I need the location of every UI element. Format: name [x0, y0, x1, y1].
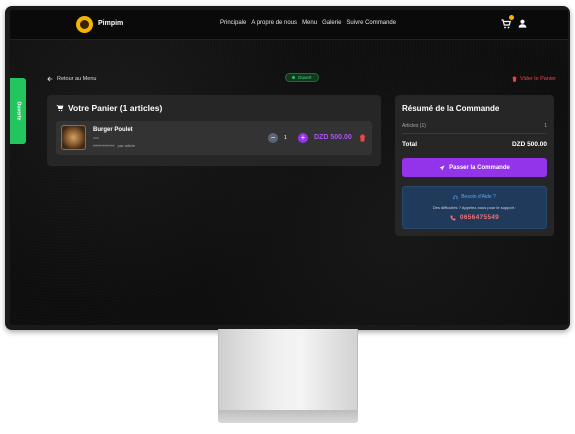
item-unit-price: DZD 500.00 [93, 143, 115, 148]
side-tab-label: Ouverte [15, 101, 21, 121]
help-title: Besoin d'Aide ? [403, 194, 546, 200]
summary-divider [402, 133, 547, 134]
site-header: Pimpim Principale A propre de nous Menu … [10, 10, 568, 40]
clear-cart-button[interactable]: Vider le Panier [512, 76, 556, 82]
nav-galerie[interactable]: Galerie [322, 20, 341, 26]
order-summary-panel: Résumé de la Commande Articles (1) 1 Tot… [395, 95, 554, 236]
cart-title-text: Votre Panier (1 articles) [68, 103, 163, 113]
summary-title: Résumé de la Commande [402, 104, 500, 113]
clear-cart-label: Vider le Panier [520, 76, 556, 82]
cart-item-row: Burger Poulet xxx DZD 500.00 par article… [56, 121, 372, 155]
user-icon[interactable] [517, 18, 528, 29]
brand-logo-icon[interactable] [76, 16, 93, 33]
nav-about[interactable]: A propre de nous [251, 20, 297, 26]
cart-panel: Votre Panier (1 articles) Burger Poulet … [47, 95, 381, 166]
phone-icon [450, 215, 456, 220]
nav-principale[interactable]: Principale [220, 20, 246, 26]
item-name: Burger Poulet [93, 127, 133, 133]
increase-quantity-button[interactable]: + [298, 133, 308, 143]
item-price-line: DZD 500.00 par article [93, 143, 135, 148]
summary-articles-value: 1 [544, 123, 547, 129]
brand-name[interactable]: Pimpim [98, 20, 123, 27]
monitor-stand-base [218, 410, 358, 423]
item-quantity: 1 [284, 135, 287, 141]
trash-icon [512, 76, 517, 82]
summary-total-value: DZD 500.00 [511, 141, 547, 148]
back-link-label: Retour au Menu [57, 76, 97, 82]
help-title-text: Besoin d'Aide ? [461, 194, 496, 200]
screen: Pimpim Principale A propre de nous Menu … [10, 10, 568, 325]
support-phone-number: 0656475549 [459, 214, 500, 221]
item-image [61, 125, 86, 150]
item-total: DZD 500.00 [314, 134, 352, 141]
headset-icon [453, 195, 458, 199]
status-dot-icon [292, 76, 295, 79]
nav-menu[interactable]: Menu [302, 20, 317, 26]
place-order-button[interactable]: Passer la Commande [402, 158, 547, 177]
open-status-badge: Ouvert [285, 73, 319, 82]
help-text: Des difficultés ? Appelez-nous pour le s… [432, 205, 517, 210]
open-status-label: Ouvert [298, 75, 312, 80]
cart-badge [509, 15, 514, 20]
cart-title: Votre Panier (1 articles) [56, 103, 162, 113]
decrease-quantity-button[interactable]: − [268, 133, 278, 143]
send-icon [439, 165, 445, 170]
place-order-label: Passer la Commande [449, 164, 510, 171]
help-box: Besoin d'Aide ? Des difficultés ? Appele… [402, 186, 547, 229]
back-to-menu-link[interactable]: Retour au Menu [47, 76, 96, 82]
support-phone[interactable]: 0656475549 [403, 214, 546, 221]
main-nav: Principale A propre de nous Menu Galerie… [220, 20, 396, 26]
cart-icon [56, 105, 64, 112]
arrow-left-icon [47, 76, 53, 82]
item-description: xxx [93, 135, 99, 140]
nav-track-order[interactable]: Suivre Commande [346, 20, 396, 26]
status-side-tab[interactable]: Ouverte [10, 78, 26, 144]
monitor-stand [218, 329, 358, 411]
remove-item-icon[interactable] [359, 134, 366, 142]
item-per-label: par article [117, 143, 136, 148]
summary-total-label: Total [402, 141, 418, 148]
summary-articles-label: Articles (1) [402, 123, 426, 129]
